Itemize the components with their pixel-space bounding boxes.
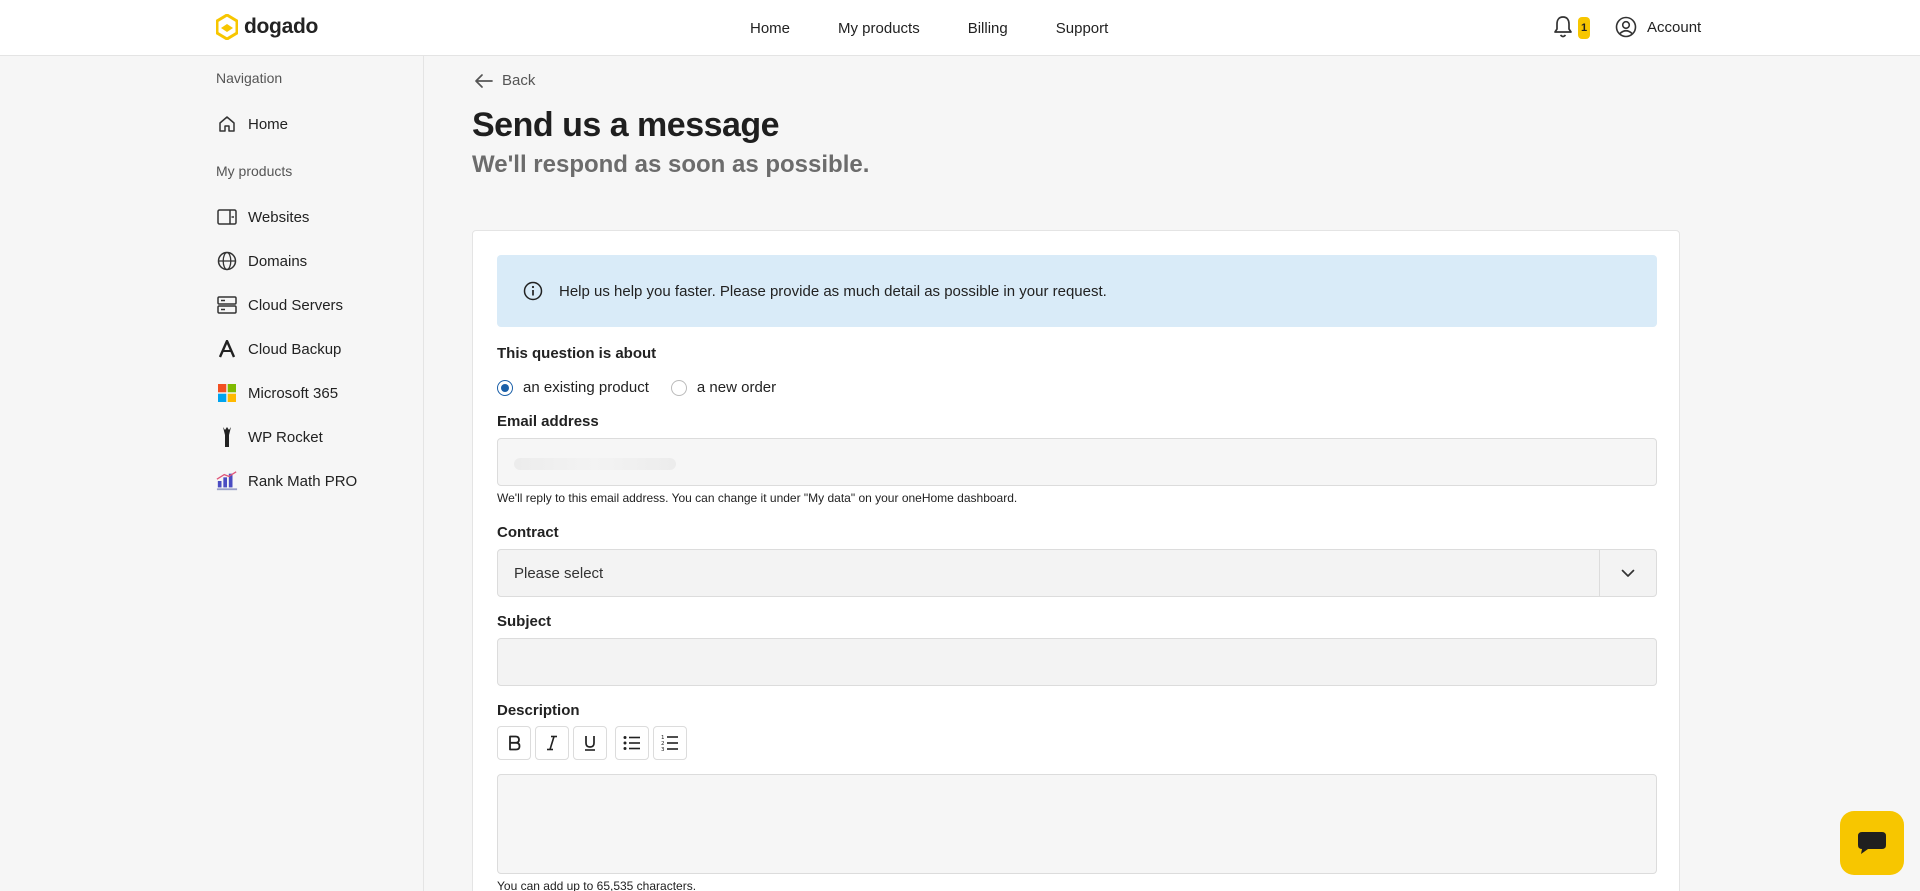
email-value-redacted	[514, 458, 676, 470]
home-icon	[216, 113, 238, 135]
brand-name: dogado	[244, 15, 319, 38]
chevron-down-icon[interactable]	[1599, 550, 1656, 596]
subject-input[interactable]	[497, 638, 1657, 686]
sidebar-item-label: Cloud Servers	[248, 296, 344, 314]
sidebar-item-home[interactable]: Home	[216, 109, 288, 139]
sidebar-item-wp-rocket[interactable]: WP Rocket	[216, 422, 323, 452]
info-text: Help us help you faster. Please provide …	[559, 282, 1107, 300]
email-hint: We'll reply to this email address. You c…	[497, 491, 1018, 505]
sidebar-item-label: Microsoft 365	[248, 384, 339, 402]
sidebar-item-label: Websites	[248, 208, 310, 226]
sidebar-item-rank-math-pro[interactable]: Rank Math PRO	[216, 466, 357, 496]
contact-form-card: Help us help you faster. Please provide …	[472, 230, 1680, 891]
svg-text:3: 3	[661, 747, 665, 752]
nav-support[interactable]: Support	[1056, 20, 1109, 37]
account-label: Account	[1647, 18, 1702, 36]
subject-label: Subject	[497, 613, 552, 630]
back-link[interactable]: Back	[474, 72, 535, 89]
radio-label-existing-product[interactable]: an existing product	[523, 379, 649, 396]
description-label: Description	[497, 702, 580, 719]
nav-my-products[interactable]: My products	[838, 20, 920, 37]
radio-existing-product[interactable]	[497, 379, 513, 396]
radio-new-order[interactable]	[670, 379, 687, 396]
user-circle-icon	[1615, 16, 1637, 38]
contract-label: Contract	[497, 524, 559, 541]
arrow-left-icon	[475, 73, 493, 88]
sidebar-item-cloud-servers[interactable]: Cloud Servers	[216, 290, 343, 320]
description-hint: You can add up to 65,535 characters.	[497, 879, 697, 891]
main-nav: Home My products Billing Support	[750, 0, 1108, 56]
account-menu[interactable]: Account	[1615, 16, 1701, 38]
microsoft-icon	[216, 382, 238, 404]
question-radio-group: an existing product a new order	[497, 379, 788, 396]
bullet-list-button[interactable]	[615, 726, 649, 760]
email-field[interactable]	[497, 438, 1657, 486]
sidebar-item-cloud-backup[interactable]: Cloud Backup	[216, 334, 341, 364]
rank-math-icon	[216, 470, 238, 492]
underline-icon	[585, 736, 595, 751]
sidebar-item-domains[interactable]: Domains	[216, 246, 307, 276]
backup-icon	[216, 338, 238, 360]
sidebar-heading-products: My products	[216, 163, 293, 179]
info-icon	[523, 281, 543, 301]
sidebar-item-label: Rank Math PRO	[248, 472, 358, 490]
sidebar-item-label: Home	[248, 115, 289, 133]
numbered-list-icon: 123	[661, 735, 678, 752]
bold-button[interactable]	[497, 726, 531, 760]
page-title: Send us a message	[472, 106, 780, 144]
bell-icon[interactable]	[1552, 15, 1574, 39]
logo[interactable]: dogado	[216, 14, 318, 40]
sidebar-item-microsoft-365[interactable]: Microsoft 365	[216, 378, 338, 408]
sidebar: Navigation Home My products Websites Dom…	[0, 56, 424, 891]
radio-label-new-order[interactable]: a new order	[697, 379, 776, 396]
sidebar-item-label: Cloud Backup	[248, 340, 342, 358]
email-label: Email address	[497, 413, 599, 430]
server-icon	[216, 294, 238, 316]
chat-bubble-icon	[1858, 832, 1886, 854]
dogado-logo-icon	[216, 14, 238, 40]
back-label: Back	[502, 72, 536, 89]
description-textarea[interactable]	[497, 774, 1657, 874]
info-banner: Help us help you faster. Please provide …	[497, 255, 1657, 327]
editor-toolbar: 123	[497, 726, 687, 760]
website-icon	[216, 206, 238, 228]
chat-button[interactable]	[1840, 811, 1904, 875]
bold-icon	[509, 735, 521, 751]
sidebar-item-label: Domains	[248, 252, 308, 270]
question-label: This question is about	[497, 345, 657, 362]
notification-badge[interactable]: 1	[1578, 17, 1590, 39]
contract-select[interactable]: Please select	[497, 549, 1657, 597]
sidebar-heading-navigation: Navigation	[216, 70, 283, 86]
sidebar-item-label: WP Rocket	[248, 428, 323, 446]
nav-home[interactable]: Home	[750, 20, 790, 37]
contract-select-value: Please select	[514, 565, 604, 582]
italic-icon	[547, 735, 557, 751]
globe-icon	[216, 250, 238, 272]
top-bar: dogado Home My products Billing Support …	[0, 0, 1920, 56]
sidebar-item-websites[interactable]: Websites	[216, 202, 309, 232]
italic-button[interactable]	[535, 726, 569, 760]
bullet-list-icon	[623, 736, 640, 750]
underline-button[interactable]	[573, 726, 607, 760]
rocket-icon	[216, 426, 238, 448]
numbered-list-button[interactable]: 123	[653, 726, 687, 760]
nav-billing[interactable]: Billing	[968, 20, 1008, 37]
page-subtitle: We'll respond as soon as possible.	[472, 151, 870, 178]
